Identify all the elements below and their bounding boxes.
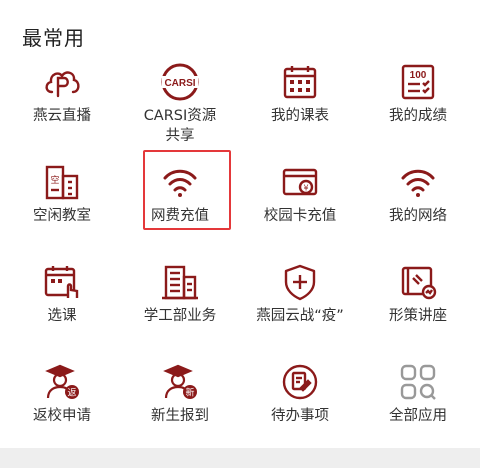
todo-edit-icon: [280, 362, 320, 402]
svg-text:CARSI: CARSI: [164, 78, 195, 89]
app-label: 校园卡充值: [263, 208, 337, 224]
all-apps-icon: [398, 362, 438, 402]
app-label: 空闲教室: [33, 208, 91, 224]
office-building-icon: [160, 262, 200, 302]
bottom-divider: [0, 448, 480, 468]
wifi-icon: [398, 162, 438, 202]
app-label: 新生报到: [151, 408, 209, 424]
svg-text:¥: ¥: [303, 184, 308, 193]
app-label: 返校申请: [33, 408, 91, 424]
svg-text:新: 新: [185, 387, 194, 399]
app-campus-card-recharge[interactable]: ¥ 校园卡充值: [240, 152, 360, 252]
app-return-application[interactable]: 返 返校申请: [2, 352, 122, 452]
section-title: 最常用: [22, 26, 85, 50]
app-label: 我的网络: [389, 208, 447, 224]
app-my-timetable[interactable]: 我的课表: [240, 52, 360, 152]
app-label: CARSI资源 共享: [143, 108, 217, 144]
app-row: 返 返校申请 新 新生报到 待办事项 全部应用: [0, 352, 480, 452]
app-label: 全部应用: [389, 408, 447, 424]
calendar-hand-icon: [42, 262, 82, 302]
svg-text:空: 空: [50, 174, 59, 186]
app-label: 网费充值: [151, 208, 209, 224]
app-label: 我的成绩: [389, 108, 447, 124]
app-label: 燕园云战“疫”: [256, 308, 344, 324]
app-my-scores[interactable]: 100 我的成绩: [358, 52, 478, 152]
app-policy-lectures[interactable]: 形策讲座: [358, 252, 478, 352]
cloud-p-logo-icon: [42, 62, 82, 102]
app-carsi[interactable]: CARSI CARSI资源 共享: [120, 52, 240, 152]
app-todo[interactable]: 待办事项: [240, 352, 360, 452]
score-sheet-icon: 100: [398, 62, 438, 102]
app-label: 待办事项: [271, 408, 329, 424]
app-row: 空 空闲教室 网费充值 ¥ 校园卡充值 我的网络: [0, 152, 480, 252]
app-label: 我的课表: [271, 108, 329, 124]
carsi-logo-icon: CARSI: [160, 62, 200, 102]
graduate-return-icon: 返: [42, 362, 82, 402]
svg-text:返: 返: [67, 387, 76, 399]
app-free-classroom[interactable]: 空 空闲教室: [2, 152, 122, 252]
app-epidemic-fight[interactable]: 燕园云战“疫”: [240, 252, 360, 352]
app-label: 燕云直播: [33, 108, 91, 124]
app-yanyun-live[interactable]: 燕云直播: [2, 52, 122, 152]
svg-text:100: 100: [410, 70, 427, 81]
wifi-icon: [160, 162, 200, 202]
building-icon: 空: [42, 162, 82, 202]
card-yen-icon: ¥: [280, 162, 320, 202]
app-label: 学工部业务: [143, 308, 217, 324]
presentation-icon: [398, 262, 438, 302]
app-all-apps[interactable]: 全部应用: [358, 352, 478, 452]
app-course-selection[interactable]: 选课: [2, 252, 122, 352]
app-row: 选课 学工部业务 燕园云战“疫” 形策讲座: [0, 252, 480, 352]
app-label: 形策讲座: [389, 308, 447, 324]
app-freshman-registration[interactable]: 新 新生报到: [120, 352, 240, 452]
app-row: 燕云直播 CARSI CARSI资源 共享 我的课表 100 我的成绩: [0, 52, 480, 152]
app-my-network[interactable]: 我的网络: [358, 152, 478, 252]
shield-plus-icon: [280, 262, 320, 302]
app-network-fee-recharge[interactable]: 网费充值: [120, 152, 240, 252]
calendar-icon: [280, 62, 320, 102]
app-label: 选课: [47, 308, 77, 324]
app-student-affairs[interactable]: 学工部业务: [120, 252, 240, 352]
graduate-new-icon: 新: [160, 362, 200, 402]
